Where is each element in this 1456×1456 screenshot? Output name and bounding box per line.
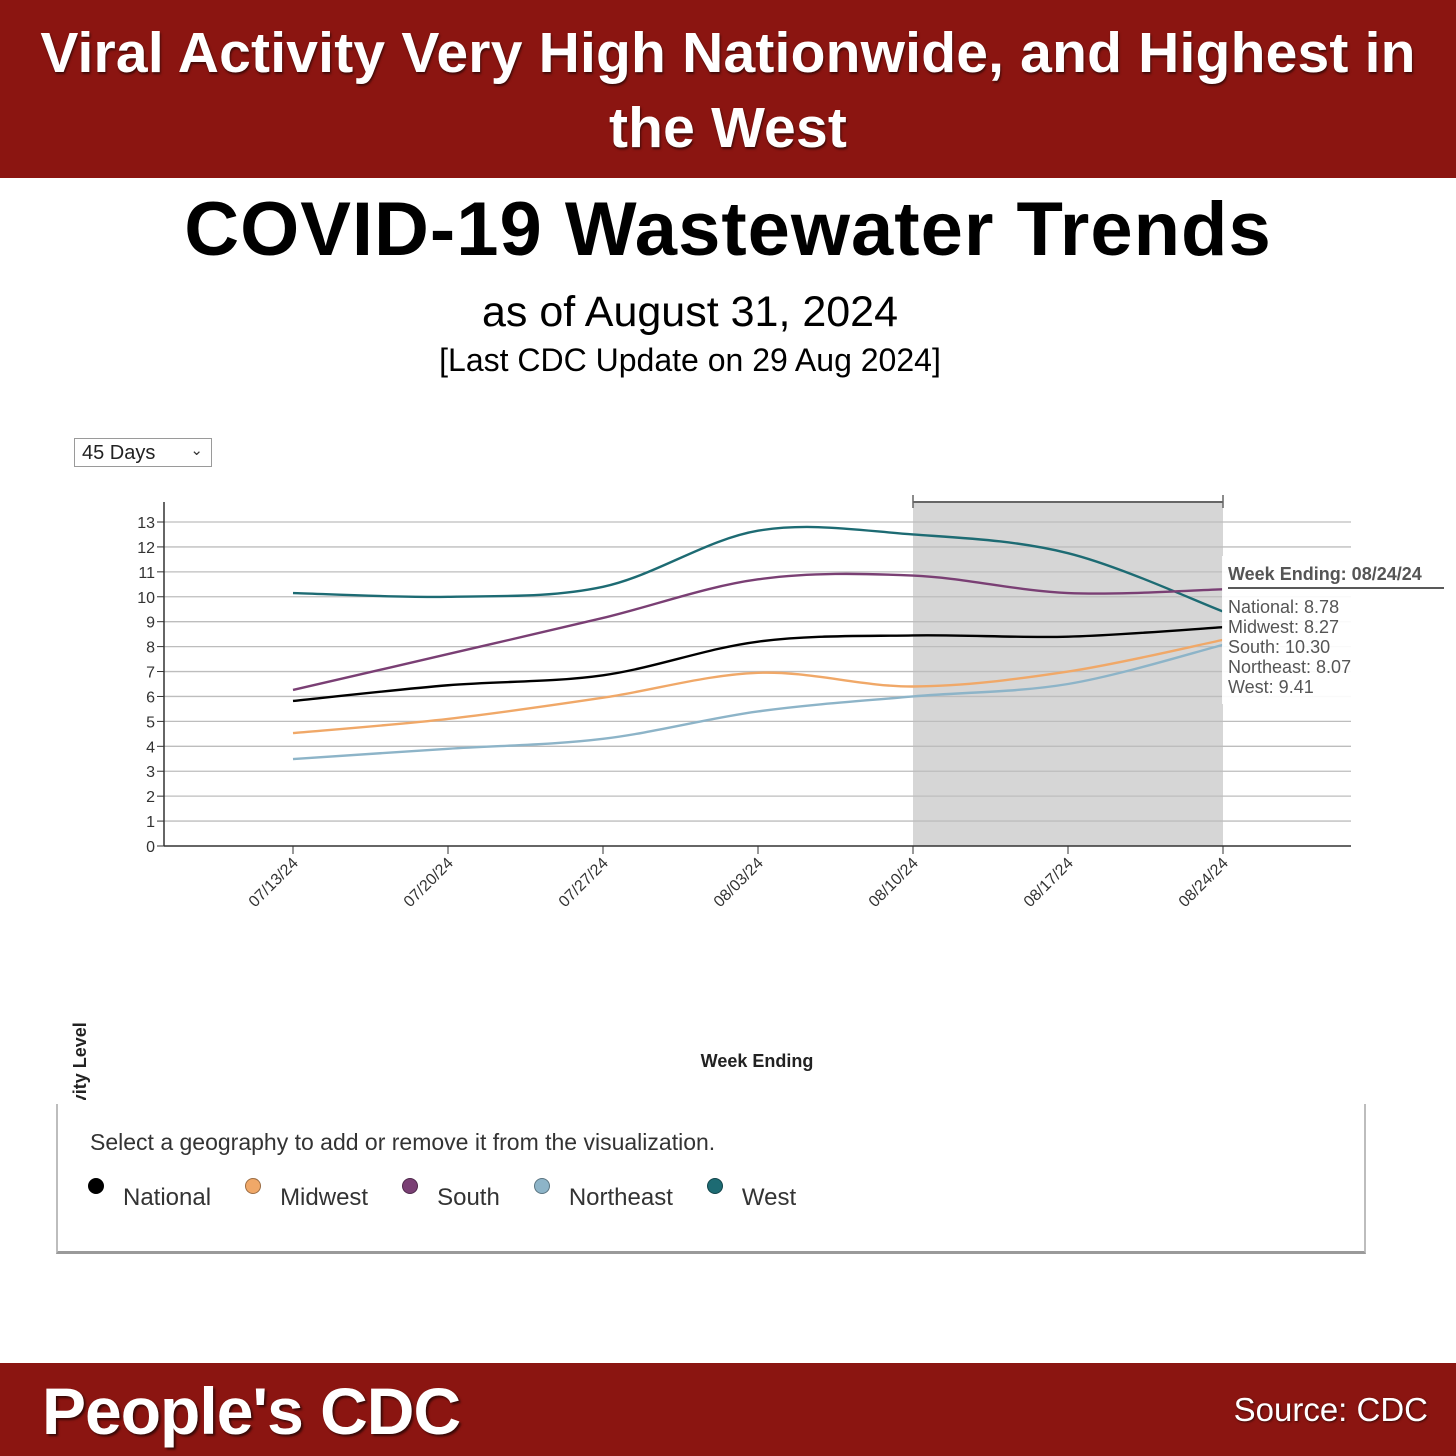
legend-label: Midwest: [280, 1184, 369, 1211]
x-tick-label: 08/24/24: [1176, 855, 1232, 911]
top-banner: Viral Activity Very High Nationwide, and…: [0, 0, 1456, 178]
tooltip-row: West: 9.41: [1228, 677, 1314, 697]
y-tick-label: 5: [146, 714, 155, 731]
y-tick-label: 8: [146, 640, 155, 657]
line-chart: 01234567891011121307/13/24 07/20/24 07/27/…: [70, 495, 1456, 1100]
y-tick-label: 2: [146, 789, 155, 806]
chart-title: COVID-19 Wastewater Trends: [184, 187, 1272, 272]
legend-label: West: [741, 1184, 797, 1211]
y-tick-label: 1: [146, 814, 155, 831]
x-axis-label: Week Ending: [701, 1051, 814, 1071]
tooltip-row: Midwest: 8.27: [1228, 617, 1339, 637]
y-tick-label: 10: [137, 590, 155, 607]
y-tick-label: 9: [146, 615, 155, 632]
legend-item-northeast[interactable]: Northeast: [533, 1178, 673, 1212]
y-tick-label: 0: [146, 839, 155, 856]
y-tick-label: 13: [137, 515, 155, 532]
west-dot-icon: [706, 1178, 723, 1194]
time-range-value: 45 Days: [82, 442, 156, 464]
y-axis-label: Wastewater Viral Activity Level: [70, 1022, 90, 1100]
legend-instruction: Select a geography to add or remove it f…: [90, 1129, 716, 1155]
legend-items: National Midwest South Northeast West: [88, 1178, 830, 1212]
source-credit: Source: CDC: [1233, 1391, 1428, 1428]
footer-banner: People's CDC Source: CDC: [0, 1363, 1456, 1456]
legend-item-west[interactable]: West: [706, 1178, 797, 1212]
x-tick-label: 07/13/24: [246, 855, 302, 911]
tooltip-title: Week Ending: 08/24/24: [1228, 564, 1422, 584]
national-dot-icon: [88, 1178, 104, 1194]
legend-panel: Select a geography to add or remove it f…: [56, 1104, 1366, 1254]
y-tick-label: 11: [138, 565, 155, 582]
legend-label: South: [437, 1184, 500, 1211]
x-tick-label: 07/20/24: [401, 855, 457, 911]
y-tick-label: 3: [146, 764, 155, 781]
legend-item-midwest[interactable]: Midwest: [245, 1178, 368, 1212]
tooltip-row: South: 10.30: [1228, 637, 1330, 657]
as-of-date: as of August 31, 2024: [482, 288, 898, 336]
tooltip-row: National: 8.78: [1228, 597, 1339, 617]
legend-item-south[interactable]: South: [402, 1178, 500, 1212]
last-update-note: [Last CDC Update on 29 Aug 2024]: [439, 342, 941, 378]
y-tick-label: 4: [146, 739, 155, 756]
headline: Viral Activity Very High Nationwide, and…: [40, 21, 1416, 160]
chevron-down-icon: ⌄: [190, 442, 203, 459]
brand-logo-text: People's CDC: [42, 1374, 461, 1448]
x-tick-label: 08/03/24: [711, 855, 767, 911]
legend-item-national[interactable]: National: [88, 1178, 211, 1212]
y-tick-label: 7: [146, 665, 155, 682]
x-tick-label: 07/27/24: [556, 855, 612, 911]
legend-label: Northeast: [568, 1184, 673, 1211]
time-range-select[interactable]: 45 Days ⌄: [74, 438, 212, 467]
x-tick-label: 08/17/24: [1021, 855, 1077, 911]
south-dot-icon: [402, 1178, 419, 1194]
legend-label: National: [123, 1184, 212, 1211]
y-tick-label: 6: [146, 689, 155, 706]
y-tick-label: 12: [137, 540, 155, 557]
tooltip-row: Northeast: 8.07: [1228, 657, 1351, 677]
northeast-dot-icon: [533, 1178, 550, 1194]
midwest-dot-icon: [245, 1178, 262, 1194]
x-tick-label: 08/10/24: [866, 855, 922, 911]
